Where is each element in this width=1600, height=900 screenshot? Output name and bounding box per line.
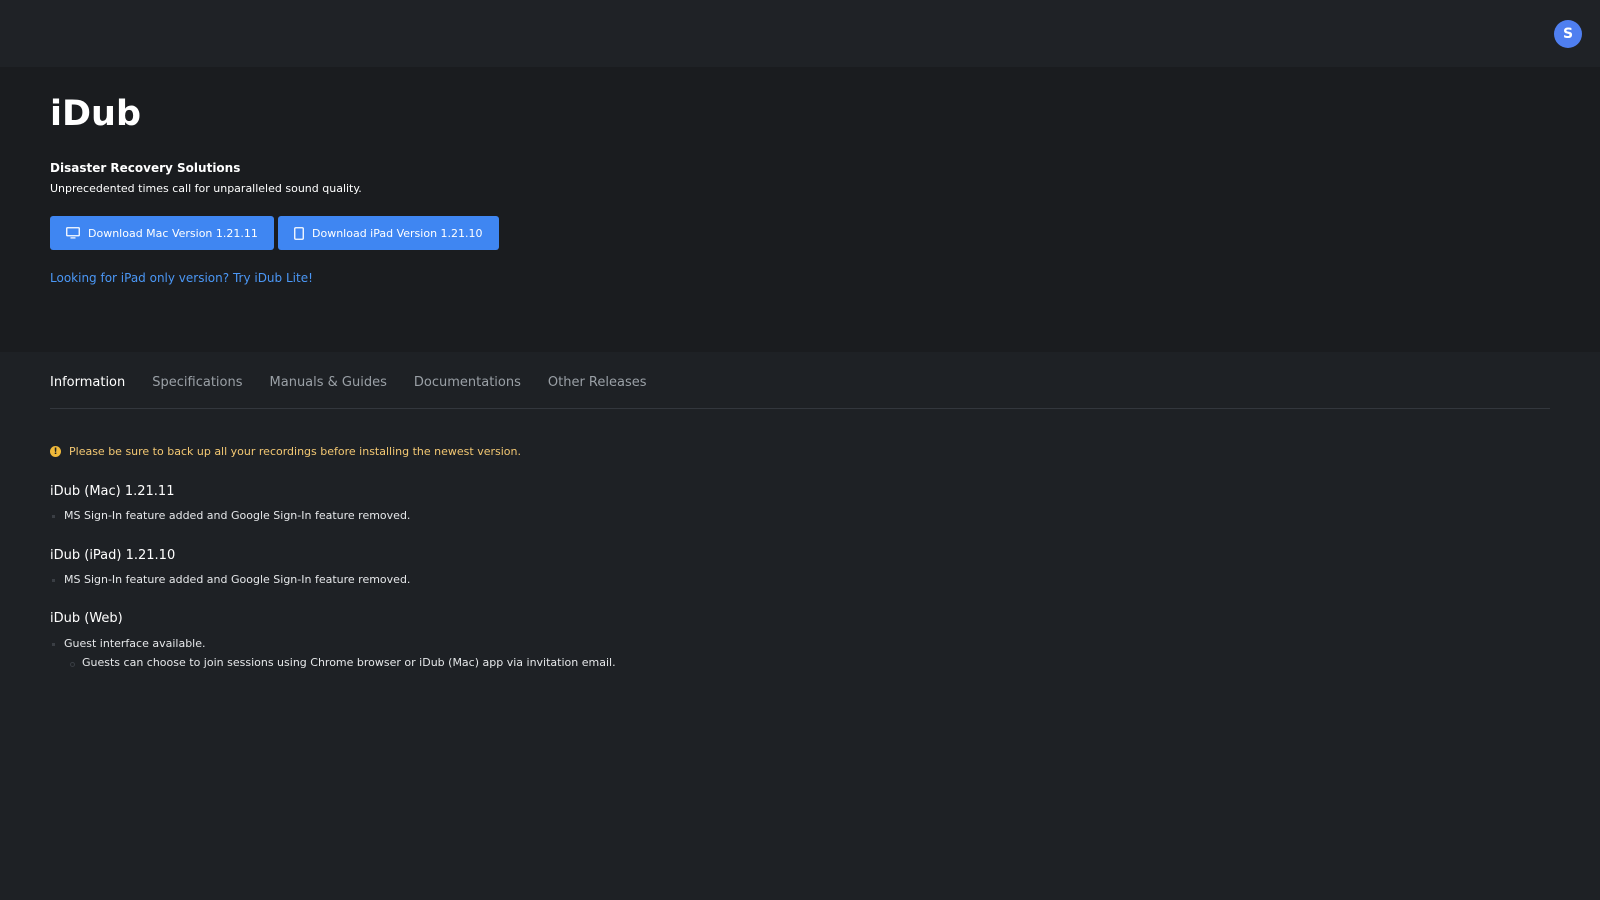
tab-manuals-guides[interactable]: Manuals & Guides <box>270 374 387 408</box>
idub-lite-link[interactable]: Looking for iPad only version? Try iDub … <box>50 271 313 285</box>
notice-text: Please be sure to back up all your recor… <box>69 445 521 458</box>
warning-icon: ! <box>50 446 61 457</box>
tablet-icon <box>294 226 304 240</box>
download-mac-button[interactable]: Download Mac Version 1.21.11 <box>50 216 274 250</box>
section-title-ipad: iDub (iPad) 1.21.10 <box>50 548 176 563</box>
backup-notice: ! Please be sure to back up all your rec… <box>50 445 521 458</box>
hero-section: iDub Disaster Recovery Solutions Unprece… <box>0 67 1600 352</box>
tab-specifications[interactable]: Specifications <box>152 374 242 408</box>
app-subtitle: Disaster Recovery Solutions <box>50 161 241 175</box>
tab-bar: Information Specifications Manuals & Gui… <box>50 374 1550 409</box>
user-avatar[interactable]: S <box>1554 20 1582 48</box>
download-ipad-button[interactable]: Download iPad Version 1.21.10 <box>278 216 499 250</box>
list-item: MS Sign-In feature added and Google Sign… <box>51 573 411 586</box>
download-ipad-label: Download iPad Version 1.21.10 <box>312 226 483 240</box>
app-title: iDub <box>50 94 142 134</box>
tab-documentations[interactable]: Documentations <box>414 374 521 408</box>
download-mac-label: Download Mac Version 1.21.11 <box>88 226 258 240</box>
tab-other-releases[interactable]: Other Releases <box>548 374 647 408</box>
list-subitem: Guests can choose to join sessions using… <box>70 656 616 669</box>
section-title-web: iDub (Web) <box>50 611 123 626</box>
monitor-icon <box>66 227 80 239</box>
list-item: MS Sign-In feature added and Google Sign… <box>51 509 411 522</box>
app-tagline: Unprecedented times call for unparallele… <box>50 182 362 195</box>
top-bar: S <box>0 0 1600 67</box>
list-item: Guest interface available. <box>52 637 206 650</box>
section-title-mac: iDub (Mac) 1.21.11 <box>50 484 175 499</box>
tab-information[interactable]: Information <box>50 374 125 408</box>
